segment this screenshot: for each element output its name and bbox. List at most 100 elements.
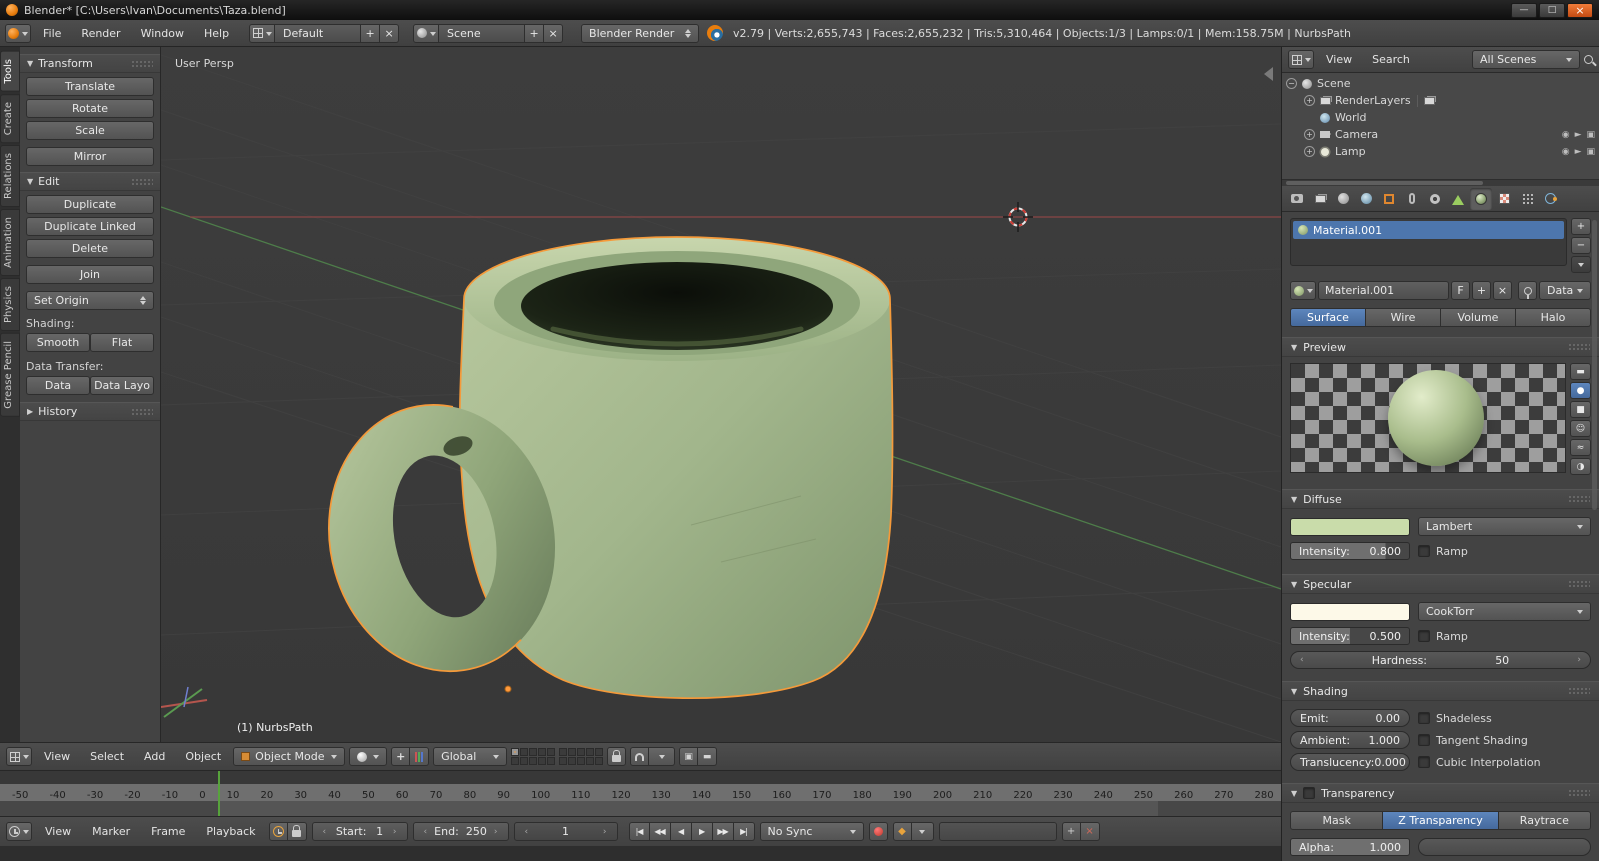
render-restrict-icon[interactable]: ▣ — [1586, 130, 1595, 140]
panel-header-shading[interactable]: ▼ Shading — [1282, 681, 1599, 701]
tab-render-layers[interactable] — [1309, 188, 1331, 210]
tab-modifiers[interactable] — [1424, 188, 1446, 210]
scale-button[interactable]: Scale — [26, 121, 154, 140]
editor-type-button-outliner[interactable] — [1288, 50, 1314, 69]
delete-button[interactable]: Delete — [26, 239, 154, 258]
lock-frame-button[interactable] — [287, 822, 307, 841]
hardness-field[interactable]: ‹ Hardness: 50 › — [1290, 651, 1591, 669]
tab-scene[interactable] — [1332, 188, 1354, 210]
join-button[interactable]: Join — [26, 265, 154, 284]
render-opengl-button[interactable]: ▣ — [679, 747, 699, 766]
screen-layout-browse-button[interactable] — [249, 23, 276, 43]
editor-type-button[interactable] — [6, 747, 32, 766]
tab-animation[interactable]: Animation — [0, 208, 20, 276]
keying-set-icon-button[interactable]: ◆ — [892, 822, 912, 841]
tab-grease-pencil[interactable]: Grease Pencil — [0, 332, 20, 417]
panel-drag-grip[interactable] — [1568, 343, 1590, 351]
panel-drag-grip[interactable] — [1568, 580, 1590, 588]
mirror-button[interactable]: Mirror — [26, 147, 154, 166]
jump-to-start-button[interactable]: |◀ — [628, 822, 650, 841]
preview-flat-button[interactable]: ▬ — [1570, 363, 1591, 380]
pin-id-button[interactable] — [1518, 281, 1537, 300]
current-frame-indicator[interactable] — [218, 771, 220, 816]
menu-help[interactable]: Help — [196, 24, 237, 43]
close-button[interactable]: × — [1567, 2, 1593, 18]
delete-scene-button[interactable]: × — [544, 23, 564, 43]
panel-header-preview[interactable]: ▼ Preview — [1282, 337, 1599, 357]
panel-header-edit[interactable]: ▼ Edit — [20, 172, 160, 191]
panel-header-specular[interactable]: ▼ Specular — [1282, 574, 1599, 594]
lock-to-scene-button[interactable] — [607, 747, 627, 766]
expand-icon[interactable]: + — [1304, 146, 1315, 157]
material-specials-button[interactable] — [1571, 256, 1591, 273]
panel-drag-grip[interactable] — [1568, 495, 1590, 503]
timeline-area[interactable]: -50 -40 -30 -20 -10 0 10 20 30 40 50 60 70 80 90 100 110… — [0, 770, 1281, 816]
visibility-eye-icon[interactable]: ◉ — [1562, 130, 1570, 140]
manipulator-axis-button[interactable] — [410, 747, 430, 766]
add-scene-button[interactable]: + — [525, 23, 545, 43]
tangent-shading-checkbox[interactable] — [1418, 734, 1430, 746]
insert-keyframe-button[interactable]: + — [1061, 822, 1081, 841]
material-slot-active[interactable]: Material.001 — [1293, 221, 1564, 239]
preview-world-button[interactable]: ◑ — [1570, 458, 1591, 475]
viewport-shading-dropdown[interactable] — [349, 747, 388, 766]
menu-playback[interactable]: Playback — [198, 822, 263, 841]
timeline-ruler[interactable]: -50 -40 -30 -20 -10 0 10 20 30 40 50 60 70 80 90 100 110… — [12, 784, 1274, 802]
menu-frame[interactable]: Frame — [143, 822, 193, 841]
selectability-arrow-icon[interactable]: ► — [1575, 147, 1582, 157]
preview-sphere-button[interactable]: ● — [1570, 382, 1591, 399]
add-layout-button[interactable]: + — [361, 23, 381, 43]
duplicate-button[interactable]: Duplicate — [26, 195, 154, 214]
menu-select[interactable]: Select — [82, 747, 132, 766]
visibility-eye-icon[interactable]: ◉ — [1562, 147, 1570, 157]
material-type-volume[interactable]: Volume — [1441, 308, 1516, 327]
specular-ramp-checkbox[interactable] — [1418, 630, 1430, 642]
fake-user-button[interactable]: F — [1451, 281, 1470, 300]
panel-header-history[interactable]: ▶ History — [20, 402, 160, 421]
specular-intensity-slider[interactable]: Intensity: 0.500 — [1290, 627, 1410, 645]
emit-field[interactable]: Emit: 0.00 — [1290, 709, 1410, 727]
layers-left[interactable] — [511, 748, 556, 765]
editor-type-button-timeline[interactable] — [6, 822, 32, 841]
maximize-button[interactable]: □ — [1539, 2, 1565, 18]
new-material-button[interactable]: + — [1472, 281, 1491, 300]
add-material-slot-button[interactable]: + — [1571, 218, 1591, 235]
material-type-surface[interactable]: Surface — [1290, 308, 1366, 327]
transparency-raytrace-button[interactable]: Raytrace — [1498, 811, 1592, 830]
current-frame-field[interactable]: ‹ 1 › — [513, 822, 618, 841]
scene-browse-button[interactable] — [413, 23, 440, 43]
menu-view-timeline[interactable]: View — [37, 822, 79, 841]
menu-file[interactable]: File — [35, 24, 69, 43]
tab-material[interactable] — [1470, 187, 1492, 210]
tab-constraints[interactable] — [1401, 188, 1423, 210]
diffuse-intensity-slider[interactable]: Intensity: 0.800 — [1290, 542, 1410, 560]
frame-end-field[interactable]: ‹ End: 250 › — [412, 822, 509, 841]
transparency-mask-button[interactable]: Mask — [1290, 811, 1384, 830]
menu-search-outliner[interactable]: Search — [1364, 50, 1418, 69]
diffuse-color-swatch[interactable] — [1290, 517, 1410, 536]
snap-element-dropdown[interactable] — [649, 747, 676, 766]
material-link-dropdown[interactable]: Data — [1539, 281, 1591, 300]
transparency-checkbox[interactable] — [1303, 787, 1316, 799]
panel-header-diffuse[interactable]: ▼ Diffuse — [1282, 489, 1599, 509]
tab-tools[interactable]: Tools — [0, 51, 20, 92]
menu-view[interactable]: View — [36, 747, 78, 766]
rotate-button[interactable]: Rotate — [26, 99, 154, 118]
panel-drag-grip[interactable] — [131, 407, 153, 416]
autokey-record-button[interactable] — [868, 822, 888, 841]
alpha-slider[interactable]: Alpha: 1.000 — [1290, 838, 1410, 856]
render-engine-dropdown[interactable]: Blender Render — [581, 23, 700, 43]
play-button[interactable]: ▶ — [691, 822, 713, 841]
shadeless-checkbox[interactable] — [1418, 712, 1430, 724]
tree-row-camera[interactable]: + Camera ◉ ► ▣ — [1286, 126, 1595, 143]
material-type-halo[interactable]: Halo — [1516, 308, 1591, 327]
scene-name[interactable]: Scene — [439, 23, 526, 43]
remove-material-slot-button[interactable]: − — [1571, 237, 1591, 254]
tab-object[interactable] — [1378, 188, 1400, 210]
collapse-icon[interactable]: − — [1286, 78, 1297, 89]
preview-cube-button[interactable]: ■ — [1570, 401, 1591, 418]
frame-start-field[interactable]: ‹ Start: 1 › — [311, 822, 408, 841]
data-transfer-data-button[interactable]: Data — [26, 376, 90, 395]
panel-drag-grip[interactable] — [1568, 687, 1590, 695]
tab-physics[interactable] — [1539, 188, 1561, 210]
